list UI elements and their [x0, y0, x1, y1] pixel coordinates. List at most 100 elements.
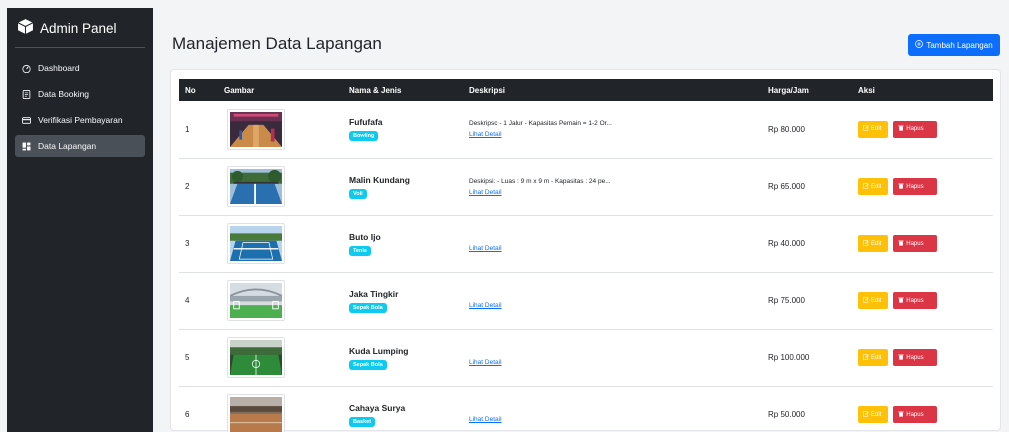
main-content: Manajemen Data Lapangan Tambah Lapangan …: [153, 8, 1009, 432]
edit-label: Edit: [871, 411, 882, 418]
table-row: 6 Cahaya Surya Basket Lihat Detail Rp 50…: [179, 386, 993, 432]
sidebar-item-label: Data Booking: [38, 89, 90, 99]
delete-button[interactable]: Hapus: [893, 120, 938, 138]
trash-icon: [898, 125, 904, 133]
trash-icon: [898, 297, 904, 305]
type-badge: Voli: [349, 188, 367, 199]
type-badge: Sepak Bola: [349, 302, 387, 313]
list-icon: [21, 89, 31, 99]
detail-link[interactable]: Lihat Detail: [469, 359, 756, 366]
add-lapangan-button[interactable]: Tambah Lapangan: [908, 34, 1000, 56]
delete-label: Hapus: [906, 240, 924, 247]
cube-icon: [17, 18, 34, 38]
edit-label: Edit: [871, 126, 882, 133]
lapangan-name: Kuda Lumping: [349, 345, 409, 356]
pencil-icon: [863, 410, 869, 419]
table-row: 4 Jaka Tingkir Sepak Bola Lihat Detail R…: [179, 272, 993, 329]
edit-button[interactable]: Edit: [858, 120, 888, 138]
column-header: Aksi: [858, 85, 875, 95]
lapangan-name: Fufufafa: [349, 117, 383, 128]
edit-label: Edit: [871, 297, 882, 304]
type-badge: Bowling: [349, 131, 379, 142]
detail-link[interactable]: Lihat Detail: [469, 245, 756, 252]
delete-button[interactable]: Hapus: [893, 292, 938, 309]
table-row: 2 Malin Kundang Voli Deskipsi: - Luas : …: [179, 158, 993, 215]
edit-label: Edit: [871, 354, 882, 361]
row-number: 5: [185, 353, 190, 362]
lapangan-name: Jaka Tingkir: [349, 288, 399, 299]
delete-button[interactable]: Hapus: [893, 178, 938, 195]
column-header: No: [185, 85, 196, 95]
detail-link[interactable]: Lihat Detail: [469, 416, 756, 423]
price: Rp 50.000: [768, 410, 805, 419]
delete-button[interactable]: Hapus: [893, 349, 938, 366]
sidebar-item-data-booking[interactable]: Data Booking: [15, 83, 145, 105]
lapangan-image: [227, 280, 285, 321]
grid-icon: [21, 141, 31, 151]
row-number: 4: [185, 296, 190, 305]
edit-button[interactable]: Edit: [858, 349, 888, 366]
delete-label: Hapus: [906, 183, 924, 190]
row-number: 2: [185, 182, 190, 191]
price: Rp 75.000: [768, 296, 805, 305]
delete-label: Hapus: [906, 354, 924, 361]
edit-button[interactable]: Edit: [858, 235, 888, 252]
row-number: 6: [185, 410, 190, 419]
page-title: Manajemen Data Lapangan: [172, 34, 382, 53]
sidebar-item-verifikasi-pembayaran[interactable]: Verifikasi Pembayaran: [15, 109, 145, 131]
type-badge: Basket: [349, 416, 376, 427]
lapangan-image: [227, 394, 285, 432]
price: Rp 65.000: [768, 182, 805, 191]
pencil-icon: [863, 125, 869, 133]
type-badge: Tenis: [349, 245, 371, 256]
row-number: 3: [185, 239, 190, 248]
price: Rp 80.000: [768, 124, 805, 134]
delete-label: Hapus: [906, 411, 924, 418]
table-header: No Gambar Nama & Jenis Deskripsi Harga/J…: [179, 79, 993, 101]
column-header: Nama & Jenis: [349, 85, 402, 95]
pencil-icon: [863, 296, 869, 305]
price: Rp 100.000: [768, 353, 810, 362]
table-row: 3 Buto Ijo Tenis Lihat Detail Rp 40.000 …: [179, 215, 993, 272]
sidebar: Admin Panel Dashboard Data Booking Verif…: [7, 8, 153, 432]
lapangan-name: Malin Kundang: [349, 174, 410, 185]
delete-button[interactable]: Hapus: [893, 235, 938, 252]
trash-icon: [898, 183, 904, 191]
column-header: Gambar: [224, 85, 255, 95]
lapangan-name: Cahaya Surya: [349, 402, 406, 413]
sidebar-item-data-lapangan[interactable]: Data Lapangan: [15, 135, 145, 157]
detail-link[interactable]: Lihat Detail: [469, 302, 756, 309]
card-icon: [21, 115, 31, 125]
trash-icon: [898, 240, 904, 248]
lapangan-image: [227, 166, 285, 207]
edit-button[interactable]: Edit: [858, 406, 888, 423]
price: Rp 40.000: [768, 239, 805, 248]
plus-circle-icon: [915, 40, 924, 50]
delete-label: Hapus: [906, 126, 924, 133]
lapangan-image: [227, 108, 285, 150]
add-button-label: Tambah Lapangan: [926, 40, 993, 50]
sidebar-item-label: Verifikasi Pembayaran: [38, 115, 123, 125]
sidebar-item-label: Dashboard: [38, 63, 80, 73]
lapangan-name: Buto Ijo: [349, 231, 381, 242]
edit-button[interactable]: Edit: [858, 292, 888, 309]
edit-label: Edit: [871, 183, 882, 190]
edit-label: Edit: [871, 240, 882, 247]
pencil-icon: [863, 239, 869, 248]
lapangan-table: No Gambar Nama & Jenis Deskripsi Harga/J…: [179, 79, 993, 432]
detail-link[interactable]: Lihat Detail: [469, 189, 756, 196]
delete-button[interactable]: Hapus: [893, 406, 938, 423]
pencil-icon: [863, 353, 869, 362]
type-badge: Sepak Bola: [349, 359, 387, 370]
trash-icon: [898, 411, 904, 419]
pencil-icon: [863, 182, 869, 191]
sidebar-item-label: Data Lapangan: [38, 141, 97, 151]
description-text: Deskripsc - 1 Jalur - Kapasitas Pemain =…: [469, 120, 612, 128]
trash-icon: [898, 354, 904, 362]
detail-link[interactable]: Lihat Detail: [469, 131, 756, 138]
edit-button[interactable]: Edit: [858, 178, 888, 195]
lapangan-image: [227, 337, 285, 378]
sidebar-item-dashboard[interactable]: Dashboard: [15, 57, 145, 79]
column-header: Deskripsi: [469, 85, 506, 95]
column-header: Harga/Jam: [768, 85, 809, 95]
